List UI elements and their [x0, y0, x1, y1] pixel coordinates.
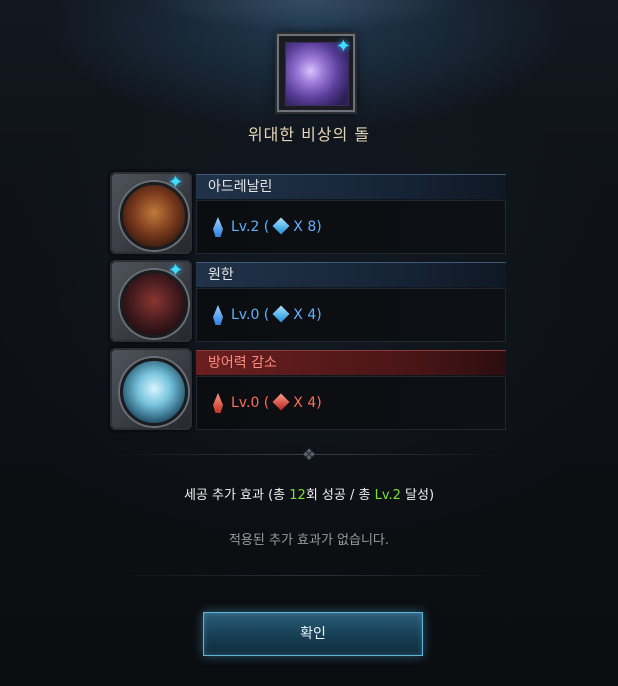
skill-medallion	[110, 348, 192, 430]
success-count: 12	[289, 488, 306, 503]
crystal-icon	[213, 305, 223, 325]
skill-level-line: Lv.2 ( X 8)	[213, 216, 322, 238]
confirm-button[interactable]: 확인	[203, 612, 423, 656]
crystal-icon	[213, 393, 223, 413]
diamond-gem-icon	[272, 393, 290, 411]
summary-middle: 회 성공 / 총	[305, 488, 375, 503]
stone-item-frame: ✦	[277, 34, 355, 112]
summary-suffix: 달성)	[400, 488, 435, 503]
skill-level-line: Lv.0 ( X 4)	[213, 304, 322, 326]
skill-multiplier: X 4)	[293, 307, 322, 323]
bonus-summary: 세공 추가 효과 (총 12회 성공 / 총 Lv.2 달성)	[0, 484, 618, 503]
sparkle-icon: ✦	[168, 260, 184, 281]
stone-title: 위대한 비상의 돌	[247, 125, 371, 144]
skill-row-grudge: ✦ 원한 Lv.0 ( X 4)	[110, 260, 506, 342]
skill-level-text: Lv.2 (	[231, 219, 270, 235]
achieved-level: Lv.2	[374, 488, 401, 503]
summary-prefix: 세공 추가 효과 (총	[183, 488, 290, 503]
ornament-icon: ❖	[301, 445, 317, 464]
skill-name: 방어력 감소	[196, 350, 506, 375]
skill-level-text: Lv.0 (	[231, 395, 270, 411]
skill-row-adrenaline: ✦ 아드레날린 Lv.2 ( X 8)	[110, 172, 506, 254]
sparkle-icon: ✦	[335, 36, 351, 57]
diamond-gem-icon	[272, 217, 290, 235]
skill-level-line: Lv.0 ( X 4)	[213, 392, 322, 414]
skill-level-box: Lv.0 ( X 4)	[196, 376, 506, 430]
sparkle-icon: ✦	[168, 172, 184, 193]
skill-level-text: Lv.0 (	[231, 307, 270, 323]
diamond-gem-icon	[272, 305, 290, 323]
skill-multiplier: X 8)	[293, 219, 322, 235]
skill-level-box: Lv.0 ( X 4)	[196, 288, 506, 342]
bottom-divider	[110, 575, 508, 576]
skill-name: 원한	[196, 262, 506, 287]
top-ornament	[150, 0, 468, 30]
skill-level-box: Lv.2 ( X 8)	[196, 200, 506, 254]
defense-reduction-skill-icon	[120, 358, 188, 426]
skill-name: 아드레날린	[196, 174, 506, 199]
crystal-icon	[213, 217, 223, 237]
skill-row-defense-reduction: 방어력 감소 Lv.0 ( X 4)	[110, 348, 506, 430]
skill-multiplier: X 4)	[293, 395, 322, 411]
no-effect-message: 적용된 추가 효과가 없습니다.	[228, 533, 390, 548]
